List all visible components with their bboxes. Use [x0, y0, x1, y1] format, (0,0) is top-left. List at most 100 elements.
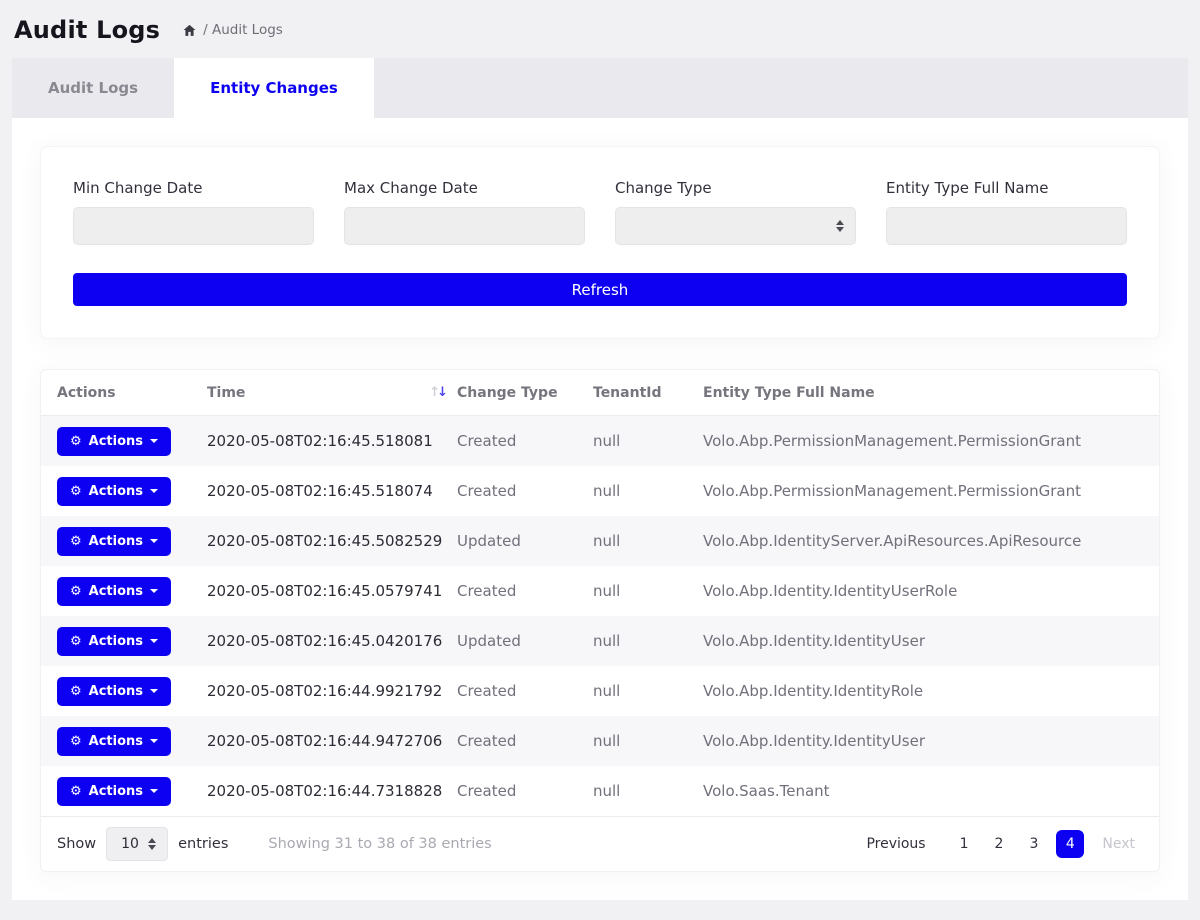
change-type-cell: Created — [457, 482, 593, 500]
actions-cell: ⚙ Actions — [57, 577, 207, 606]
home-icon[interactable] — [182, 23, 197, 38]
breadcrumb: / Audit Logs — [182, 22, 283, 38]
table-row: ⚙ Actions 2020-05-08T02:16:44.7318828 Cr… — [41, 766, 1159, 816]
change-type-cell: Created — [457, 432, 593, 450]
tenant-id-cell: null — [593, 582, 703, 600]
column-header-tenant-id[interactable]: TenantId — [593, 385, 703, 401]
actions-dropdown-button[interactable]: ⚙ Actions — [57, 427, 171, 456]
change-type-cell: Created — [457, 682, 593, 700]
tenant-id-cell: null — [593, 632, 703, 650]
tab-entity-changes[interactable]: Entity Changes — [174, 58, 374, 118]
actions-dropdown-button[interactable]: ⚙ Actions — [57, 727, 171, 756]
gear-icon: ⚙ — [70, 535, 82, 548]
change-type-cell: Created — [457, 782, 593, 800]
actions-dropdown-button[interactable]: ⚙ Actions — [57, 477, 171, 506]
pagination-next[interactable]: Next — [1094, 831, 1143, 857]
actions-button-label: Actions — [89, 734, 143, 749]
pagination-pages: 1234 — [952, 830, 1085, 858]
caret-down-icon — [150, 689, 158, 693]
pagination-page-4[interactable]: 4 — [1056, 830, 1084, 858]
actions-dropdown-button[interactable]: ⚙ Actions — [57, 677, 171, 706]
table-footer: Show 10 entries Showing 31 to 38 of 38 e… — [41, 816, 1159, 871]
actions-cell: ⚙ Actions — [57, 627, 207, 656]
time-cell: 2020-05-08T02:16:44.9472706 — [207, 732, 457, 750]
gear-icon: ⚙ — [70, 485, 82, 498]
change-type-cell: Created — [457, 732, 593, 750]
tab-audit-logs[interactable]: Audit Logs — [12, 58, 174, 118]
actions-cell: ⚙ Actions — [57, 727, 207, 756]
min-change-date-input[interactable] — [73, 207, 314, 245]
actions-dropdown-button[interactable]: ⚙ Actions — [57, 527, 171, 556]
tenant-id-cell: null — [593, 432, 703, 450]
entity-changes-table: Actions Time ↑↓ Change Type TenantId Ent… — [40, 369, 1160, 872]
gear-icon: ⚙ — [70, 585, 82, 598]
change-type-cell: Updated — [457, 532, 593, 550]
gear-icon: ⚙ — [70, 635, 82, 648]
table-body: ⚙ Actions 2020-05-08T02:16:45.518081 Cre… — [41, 416, 1159, 816]
time-cell: 2020-05-08T02:16:45.518074 — [207, 482, 457, 500]
actions-dropdown-button[interactable]: ⚙ Actions — [57, 627, 171, 656]
actions-button-label: Actions — [89, 584, 143, 599]
sort-icon[interactable]: ↑↓ — [429, 385, 445, 400]
caret-down-icon — [150, 739, 158, 743]
actions-dropdown-button[interactable]: ⚙ Actions — [57, 577, 171, 606]
table-row: ⚙ Actions 2020-05-08T02:16:45.5082529 Up… — [41, 516, 1159, 566]
entity-type-label: Entity Type Full Name — [886, 179, 1127, 197]
min-change-date-label: Min Change Date — [73, 179, 314, 197]
filter-field-max-change-date: Max Change Date — [344, 179, 585, 245]
filter-card: Min Change Date Max Change Date Change T… — [40, 146, 1160, 339]
entity-type-cell: Volo.Abp.PermissionManagement.Permission… — [703, 482, 1143, 500]
entries-label: entries — [178, 836, 228, 852]
table-row: ⚙ Actions 2020-05-08T02:16:45.518081 Cre… — [41, 416, 1159, 466]
entity-type-cell: Volo.Abp.Identity.IdentityUser — [703, 732, 1143, 750]
caret-down-icon — [150, 489, 158, 493]
change-type-cell: Created — [457, 582, 593, 600]
max-change-date-input[interactable] — [344, 207, 585, 245]
column-header-entity-type[interactable]: Entity Type Full Name — [703, 385, 1143, 401]
tab-content-panel: Min Change Date Max Change Date Change T… — [12, 118, 1188, 900]
actions-cell: ⚙ Actions — [57, 427, 207, 456]
gear-icon: ⚙ — [70, 435, 82, 448]
entity-type-cell: Volo.Abp.PermissionManagement.Permission… — [703, 432, 1143, 450]
table-row: ⚙ Actions 2020-05-08T02:16:44.9472706 Cr… — [41, 716, 1159, 766]
gear-icon: ⚙ — [70, 785, 82, 798]
entity-type-cell: Volo.Abp.IdentityServer.ApiResources.Api… — [703, 532, 1143, 550]
pagination-page-2[interactable]: 2 — [987, 831, 1012, 857]
gear-icon: ⚙ — [70, 735, 82, 748]
tab-strip: Audit Logs Entity Changes — [12, 58, 1188, 118]
entity-type-cell: Volo.Abp.Identity.IdentityUser — [703, 632, 1143, 650]
show-label: Show — [57, 836, 96, 852]
change-type-select[interactable] — [615, 207, 856, 245]
actions-dropdown-button[interactable]: ⚙ Actions — [57, 777, 171, 806]
actions-cell: ⚙ Actions — [57, 677, 207, 706]
column-header-actions[interactable]: Actions — [57, 385, 207, 401]
pagination-page-1[interactable]: 1 — [952, 831, 977, 857]
gear-icon: ⚙ — [70, 685, 82, 698]
table-row: ⚙ Actions 2020-05-08T02:16:44.9921792 Cr… — [41, 666, 1159, 716]
actions-button-label: Actions — [89, 684, 143, 699]
caret-down-icon — [150, 789, 158, 793]
page-size-select[interactable]: 10 — [106, 827, 168, 861]
change-type-label: Change Type — [615, 179, 856, 197]
tenant-id-cell: null — [593, 482, 703, 500]
tenant-id-cell: null — [593, 532, 703, 550]
time-cell: 2020-05-08T02:16:45.0420176 — [207, 632, 457, 650]
column-header-change-type[interactable]: Change Type — [457, 385, 593, 401]
table-row: ⚙ Actions 2020-05-08T02:16:45.0579741 Cr… — [41, 566, 1159, 616]
pagination-page-3[interactable]: 3 — [1021, 831, 1046, 857]
entity-type-input[interactable] — [886, 207, 1127, 245]
actions-button-label: Actions — [89, 634, 143, 649]
pagination: Previous 1234 Next — [858, 830, 1143, 858]
tenant-id-cell: null — [593, 682, 703, 700]
max-change-date-label: Max Change Date — [344, 179, 585, 197]
refresh-button[interactable]: Refresh — [73, 273, 1127, 306]
actions-button-label: Actions — [89, 534, 143, 549]
actions-cell: ⚙ Actions — [57, 527, 207, 556]
entity-type-cell: Volo.Abp.Identity.IdentityRole — [703, 682, 1143, 700]
actions-cell: ⚙ Actions — [57, 477, 207, 506]
actions-button-label: Actions — [89, 434, 143, 449]
column-header-time[interactable]: Time ↑↓ — [207, 385, 457, 401]
pagination-previous[interactable]: Previous — [858, 831, 933, 857]
caret-down-icon — [150, 439, 158, 443]
tenant-id-cell: null — [593, 732, 703, 750]
